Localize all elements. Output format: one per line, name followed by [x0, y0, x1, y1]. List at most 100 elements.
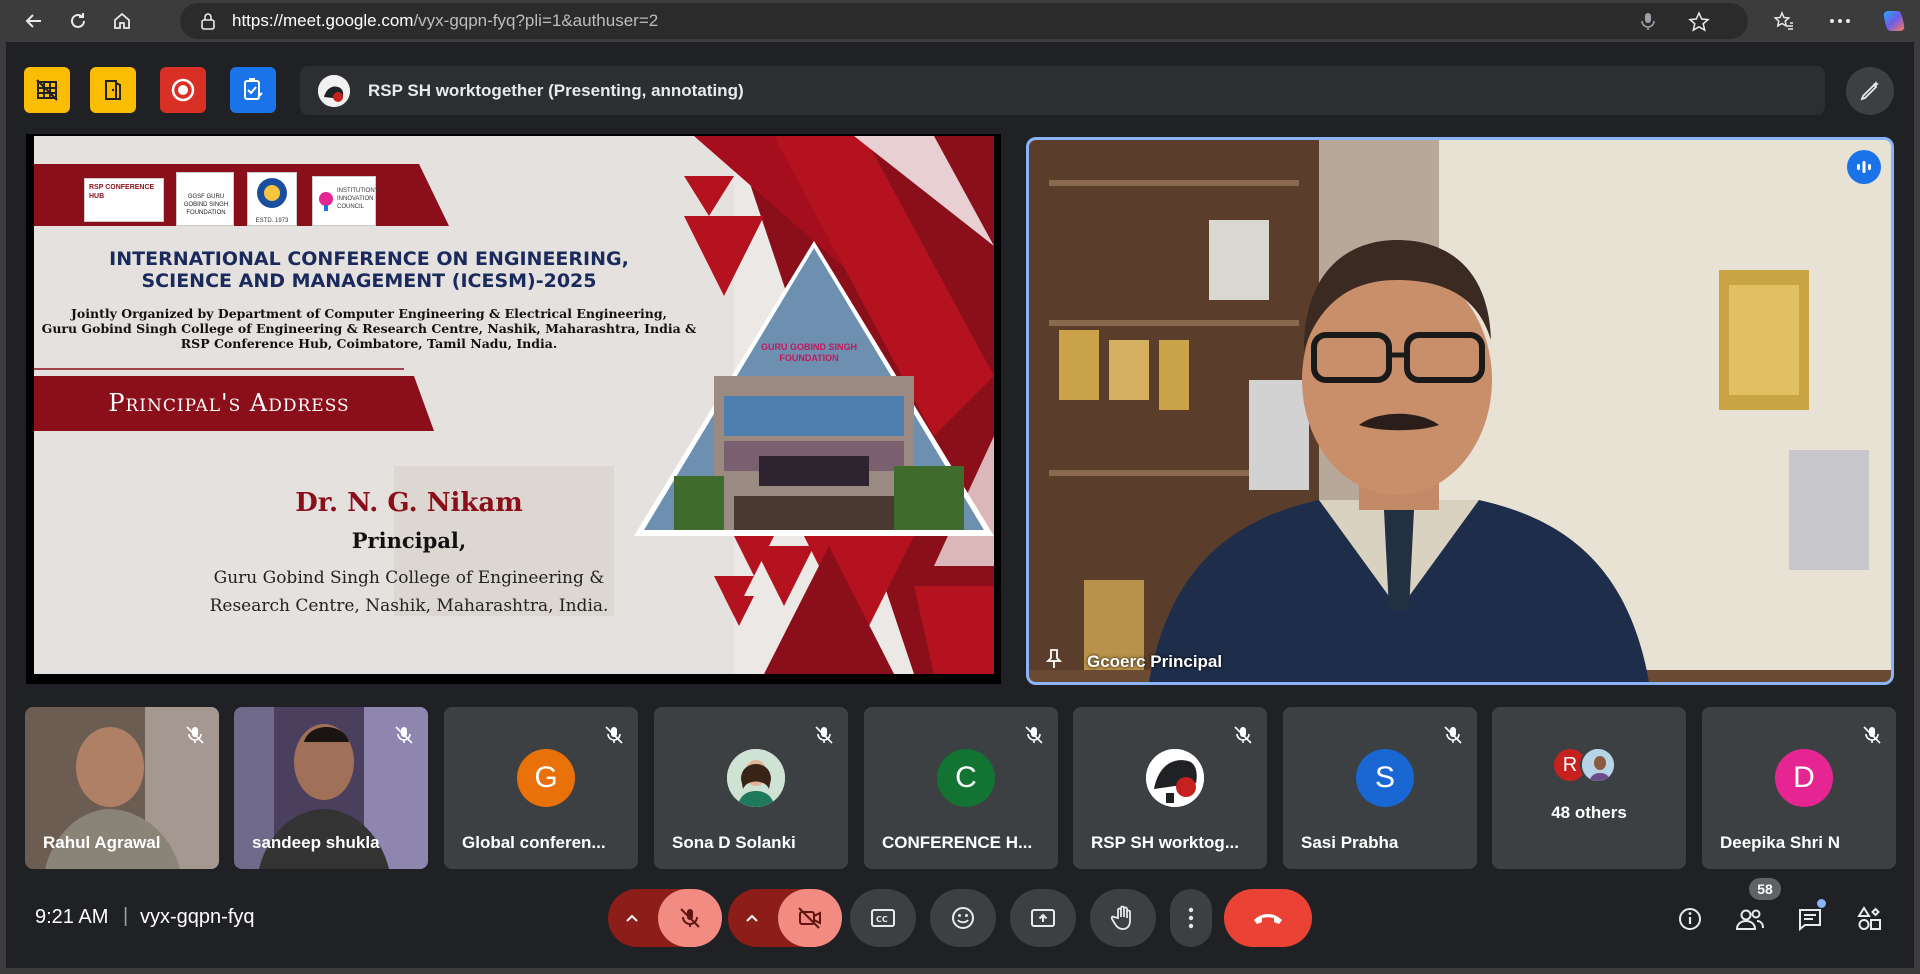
activities-button[interactable] — [1848, 897, 1892, 941]
chat-button[interactable] — [1788, 897, 1832, 941]
hand-icon — [1111, 905, 1131, 930]
participant-name: CONFERENCE H... — [882, 833, 1033, 852]
more-vertical-icon — [1188, 907, 1194, 929]
participant-avatar: D — [1775, 749, 1833, 807]
lock-icon[interactable] — [198, 11, 218, 31]
participant-tile[interactable]: C CONFERENCE H... — [864, 707, 1058, 869]
raise-hand-button[interactable] — [1090, 889, 1156, 947]
participant-avatar: G — [517, 749, 575, 807]
organizer-line: Guru Gobind Singh College of Engineering… — [41, 321, 697, 336]
leave-call-button[interactable] — [1224, 889, 1312, 947]
grid-off-tool-button[interactable] — [24, 67, 70, 113]
participant-name: Deepika Shri N — [1720, 833, 1840, 852]
copilot-icon[interactable] — [1876, 3, 1912, 39]
door-icon — [105, 80, 121, 100]
people-button[interactable] — [1728, 897, 1772, 941]
speaker-role: Principal, — [351, 528, 467, 553]
participant-tile[interactable]: Rahul Agrawal — [25, 707, 219, 869]
organizer-line: Jointly Organized by Department of Compu… — [71, 306, 667, 321]
mic-off-icon — [604, 725, 624, 745]
activities-icon — [1857, 906, 1881, 930]
participant-tile[interactable]: Sona D Solanki — [654, 707, 848, 869]
chevron-up-icon — [746, 914, 758, 922]
favorites-icon[interactable] — [1766, 3, 1802, 39]
microphone-control-group — [608, 889, 722, 947]
organizers-text: Jointly Organized by Department of Compu… — [34, 306, 704, 351]
present-screen-button[interactable] — [1010, 889, 1076, 947]
participant-tile[interactable]: G Global conferen... — [444, 707, 638, 869]
more-menu-icon[interactable] — [1822, 3, 1858, 39]
mic-off-icon — [394, 725, 414, 745]
presenting-banner: RSP SH worktogether (Presenting, annotat… — [300, 66, 1825, 115]
organizer-line: RSP Conference Hub, Coimbatore, Tamil Na… — [180, 336, 558, 351]
mic-off-icon — [680, 908, 700, 928]
logo-text: INSTITUTION'S INNOVATION COUNCIL — [337, 188, 380, 210]
participant-tile[interactable]: RSP SH worktog... — [1073, 707, 1267, 869]
annotate-button[interactable] — [1846, 67, 1894, 115]
people-count-badge: 58 — [1749, 878, 1781, 900]
participant-avatar — [727, 749, 785, 807]
ggsf-logo: GGSF GURU GOBIND SINGH FOUNDATION — [176, 172, 234, 226]
participant-tile[interactable]: D Deepika Shri N — [1702, 707, 1896, 869]
url-text: https://meet.google.com/vyx-gqpn-fyq?pli… — [232, 11, 658, 31]
url-host: https://meet.google.com — [232, 11, 414, 30]
url-path: /vyx-gqpn-fyq?pli=1&authuser=2 — [413, 11, 659, 30]
others-count-label: 48 others — [1551, 803, 1627, 822]
innovation-council-logo: INSTITUTION'S INNOVATION COUNCIL — [312, 176, 380, 226]
participant-name: Sasi Prabha — [1301, 833, 1399, 852]
mic-options-button[interactable] — [608, 889, 656, 947]
home-icon[interactable] — [104, 3, 140, 39]
participant-name: Sona D Solanki — [672, 833, 796, 852]
participant-tile[interactable]: S Sasi Prabha — [1283, 707, 1477, 869]
participant-avatar — [1146, 749, 1204, 807]
rsp-conference-hub-logo: RSP CONFERENCE HUB — [84, 178, 164, 222]
mic-off-icon — [1862, 725, 1882, 745]
participant-avatar: S — [1356, 749, 1414, 807]
record-button[interactable] — [160, 67, 206, 113]
principals-address-banner: Principal's Address — [108, 389, 350, 417]
institution-line: Guru Gobind Singh College of Engineering… — [213, 568, 605, 588]
main-speaker-video[interactable]: Gcoerc Principal — [1026, 137, 1894, 685]
hang-up-icon — [1254, 914, 1282, 924]
camera-toggle-button[interactable] — [778, 889, 842, 947]
back-arrow-icon[interactable] — [16, 3, 52, 39]
people-icon — [1735, 909, 1764, 930]
presenter-avatar — [318, 74, 350, 107]
captions-button[interactable]: CC — [850, 889, 916, 947]
slide-title-line: INTERNATIONAL CONFERENCE ON ENGINEERING, — [109, 248, 629, 270]
pin-icon[interactable] — [1043, 648, 1065, 670]
participant-name: Rahul Agrawal — [43, 833, 161, 852]
chat-icon — [1799, 909, 1821, 932]
meeting-code: vyx-gqpn-fyq — [140, 906, 255, 928]
others-tile[interactable]: R 48 others — [1492, 707, 1686, 869]
camera-off-icon — [798, 907, 821, 929]
logo-text: RSP CONFERENCE HUB — [89, 184, 155, 200]
unread-dot — [1817, 899, 1826, 908]
participant-tile[interactable]: sandeep shukla — [234, 707, 428, 869]
participant-name: RSP SH worktog... — [1091, 833, 1239, 852]
mic-off-icon — [1443, 725, 1463, 745]
leave-door-tool-button[interactable] — [90, 67, 136, 113]
emoji-icon — [952, 907, 974, 929]
reload-icon[interactable] — [60, 3, 96, 39]
attendance-tool-button[interactable] — [230, 67, 276, 113]
chevron-up-icon — [626, 914, 638, 922]
mic-off-icon — [814, 725, 834, 745]
slide-title: INTERNATIONAL CONFERENCE ON ENGINEERING,… — [34, 248, 704, 292]
closed-captions-icon: CC — [871, 909, 895, 927]
meeting-details-button[interactable] — [1668, 897, 1712, 941]
svg-text:CC: CC — [876, 915, 888, 924]
speaker-name: Dr. N. G. Nikam — [295, 488, 523, 518]
more-options-button[interactable] — [1170, 889, 1212, 947]
mic-toggle-button[interactable] — [658, 889, 722, 947]
star-icon[interactable] — [1688, 11, 1710, 32]
camera-options-button[interactable] — [728, 889, 776, 947]
address-bar[interactable]: https://meet.google.com/vyx-gqpn-fyq?pli… — [180, 3, 1748, 39]
pen-sparkle-icon — [1860, 81, 1879, 101]
slide-title-line: SCIENCE AND MANAGEMENT (ICESM)-2025 — [141, 270, 597, 292]
reactions-button[interactable] — [930, 889, 996, 947]
present-screen-icon — [1031, 909, 1055, 927]
microphone-icon[interactable] — [1638, 11, 1658, 31]
participant-avatar-photo — [1580, 747, 1616, 783]
building-sign: GURU GOBIND SINGH FOUNDATION — [760, 342, 857, 363]
